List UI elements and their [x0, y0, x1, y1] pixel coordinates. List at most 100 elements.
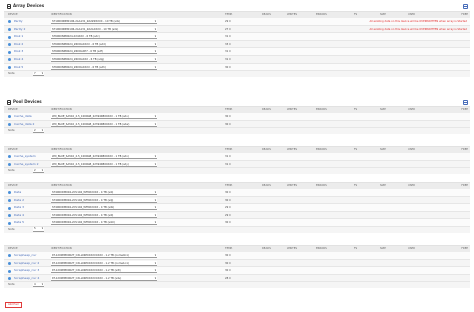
device-link[interactable]: Data 2 — [14, 197, 24, 204]
chevron-down-icon: ▾ — [154, 35, 156, 39]
device-select[interactable]: ST6000NM0024_Z4D0AXXXX - 6 TB (sdd) ▾ — [51, 41, 157, 47]
device-select[interactable]: KT-1200MP0002T_CXLL0KP0XXXXXXXX - 1.2 TB… — [51, 268, 157, 274]
status-dot-icon — [8, 198, 11, 202]
device-select[interactable]: ST10000NM0196-2AA131_ZA2AXXXX - 10 TB (s… — [51, 26, 157, 32]
device-select[interactable]: ST4000DM004-2CV104_WFNXXXXX - 4 TB (sdj)… — [51, 197, 157, 203]
device-select[interactable]: KT-1200MP0002T_CXLL0KP0XXXXXXXX - 1.2 TB… — [51, 275, 157, 281]
device-link[interactable]: Disk 5 — [14, 64, 23, 71]
device-link[interactable]: Parity 2 — [14, 26, 25, 33]
pool-table: DEVICE IDENTIFICATION TEMP. READS WRITES ERRO… — [4, 182, 470, 233]
table-row: Data 4 ST4000DM004-2CV104_WFNXXXXX - 4 TB… — [4, 212, 470, 220]
chevron-down-icon: ▾ — [154, 115, 156, 118]
status-dot-icon — [8, 269, 11, 273]
slots-row: Slots: 7 ▾ — [4, 71, 470, 77]
chevron-down-icon: ▾ — [41, 168, 43, 172]
temperature: 33 C — [225, 42, 231, 46]
device-select[interactable]: WD_BLUE_SA510_2.5_1000GB_22394R800XXX - … — [51, 161, 157, 167]
device-link[interactable]: Parity — [14, 18, 23, 25]
device-link[interactable]: Disk 2 — [14, 41, 23, 48]
device-link[interactable]: Data 4 — [14, 212, 24, 219]
chevron-down-icon: ▾ — [154, 221, 156, 225]
temperature: 30 C — [225, 122, 231, 126]
device-link[interactable]: Scrapheap_nvr 4 — [14, 275, 39, 282]
table-row: Disk 2 ST6000NM0024_Z4D0AXXXX - 6 TB (sdd… — [4, 41, 470, 49]
device-link[interactable]: Scrapheap_nvr — [14, 252, 36, 259]
device-link[interactable]: Data 3 — [14, 204, 24, 211]
status-dot-icon — [8, 254, 11, 258]
table-row: Disk 5 ST6000NM0024_Z4D0AXXXX - 6 TB (sdh… — [4, 63, 470, 72]
slots-label: Slots: — [8, 283, 16, 287]
chevron-down-icon: ▾ — [154, 57, 156, 61]
status-dot-icon — [8, 43, 11, 47]
device-link[interactable]: Scrapheap_nvr 3 — [14, 267, 39, 274]
slots-select[interactable]: 5 ▾ — [33, 227, 44, 232]
temperature: 29 C — [225, 206, 231, 210]
device-select[interactable]: ST6000NM0024_Z4D0AXXXX - 6 TB (sdh) ▾ — [51, 64, 157, 70]
device-select[interactable]: ST10000NM0196-2AA131_ZA2ZZXXXX - 10 TB (… — [51, 19, 157, 24]
chevron-down-icon: ▾ — [154, 27, 156, 31]
device-select[interactable]: KT-1200MP0002T_CXLL0KP0XXXXXXXX - 1.2 TB… — [51, 260, 157, 266]
chevron-down-icon: ▾ — [41, 282, 43, 286]
device-link[interactable]: Cache_data 2 — [14, 121, 34, 128]
slots-select[interactable]: 7 ▾ — [33, 71, 44, 77]
device-select-value: ST6000NM0024_Z4D0AXXXX - 6 TB (sdh) — [52, 65, 106, 69]
device-select[interactable]: KT-1200MP0002T_CXLL0KP0XXXXXXXX - 1.2 TB… — [51, 253, 157, 258]
device-link[interactable]: Cache_data — [14, 113, 32, 120]
slots-select[interactable]: 2 ▾ — [33, 128, 44, 134]
chevron-down-icon: ▾ — [154, 198, 156, 202]
temperature: 27 C — [225, 27, 231, 31]
device-select-value: ST10000NM0196-2AA131_ZA2ZZXXXX - 10 TB (… — [52, 20, 121, 23]
device-select[interactable]: WD_BLUE_SA510_2.5_1000GB_22394R800XXX - … — [51, 114, 157, 119]
device-link[interactable]: Disk 3 — [14, 48, 23, 55]
status-dot-icon — [8, 122, 11, 126]
chevron-down-icon: ▾ — [154, 50, 156, 54]
chevron-down-icon: ▾ — [154, 276, 156, 280]
device-select[interactable]: ST6000NM0024_Z4D0AXXX - 6 TB (sdg) ▾ — [51, 56, 157, 62]
device-select[interactable]: ST6000NM0024_Z4D0AXP7 - 6 TB (sdf) ▾ — [51, 49, 157, 55]
device-select[interactable]: ST4000DM004-2CV104_WFNXXXXX - 4 TB (sdi)… — [51, 190, 157, 195]
device-link[interactable]: Cache_system — [14, 153, 36, 160]
add-pool-button[interactable]: Add Pool — [5, 302, 22, 308]
chevron-down-icon: ▾ — [154, 191, 156, 194]
toggle-view-icon[interactable] — [463, 100, 468, 105]
device-select[interactable]: ST6000NM0024-2X4XXX - 6 TB (sdc) ▾ — [51, 34, 157, 40]
device-select-value: ST6000NM0024_Z4D0AXXX - 6 TB (sdg) — [52, 57, 105, 61]
device-link[interactable]: Disk 4 — [14, 56, 23, 63]
status-dot-icon — [8, 162, 11, 166]
device-select-value: ST4000DM004-2CV104_WFNXXXXX - 4 TB (sdm) — [52, 221, 116, 225]
device-link[interactable]: Scrapheap_nvr 2 — [14, 260, 39, 267]
device-select[interactable]: WD_BLUE_SA510_2.5_1000GB_22394R800XXX - … — [51, 154, 157, 159]
table-row: Disk 3 ST6000NM0024_Z4D0AXP7 - 6 TB (sdf)… — [4, 48, 470, 56]
hard-drive-icon — [7, 4, 11, 9]
device-link[interactable]: Data — [14, 189, 21, 196]
status-dot-icon — [8, 58, 11, 62]
slots-select[interactable]: 2 ▾ — [33, 168, 44, 174]
device-link[interactable]: Data 5 — [14, 219, 24, 226]
device-select[interactable]: ST4000DM004-2CV104_WFNXXXXX - 4 TB (sdm)… — [51, 220, 157, 226]
status-dot-icon — [8, 65, 11, 69]
device-link[interactable]: Disk 1 — [14, 33, 23, 40]
pool-table: DEVICE IDENTIFICATION TEMP. READS WRITES ERRO… — [4, 146, 470, 175]
status-dot-icon — [8, 277, 11, 281]
slots-row: Slots: 5 ▾ — [4, 227, 470, 233]
temperature: 31 C — [225, 35, 231, 39]
slots-row: Slots: 2 ▾ — [4, 128, 470, 134]
table-row: Scrapheap_nvr 3 KT-1200MP0002T_CXLL0KP0XX… — [4, 267, 470, 275]
status-dot-icon — [8, 115, 11, 119]
toggle-view-icon[interactable] — [463, 4, 468, 9]
temperature: 28 C — [225, 276, 231, 280]
slots-select[interactable]: 4 ▾ — [33, 282, 44, 288]
slots-label: Slots: — [8, 129, 16, 133]
slots-value: 2 — [34, 168, 36, 172]
table-row: Data 5 ST4000DM004-2CV104_WFNXXXXX - 4 TB… — [4, 219, 470, 227]
section-title: Array Devices — [13, 3, 45, 8]
device-select[interactable]: ST4000DM004-2CV104_WFNXXXXX - 4 TB (sdl)… — [51, 212, 157, 218]
status-dot-icon — [8, 155, 11, 159]
temperature: 31 C — [225, 155, 231, 158]
slots-value: 2 — [34, 128, 36, 132]
table-row: Disk 4 ST6000NM0024_Z4D0AXXX - 6 TB (sdg)… — [4, 56, 470, 64]
device-select[interactable]: ST4000DM004-2CV104_WFNXXXXX - 4 TB (sdk)… — [51, 205, 157, 211]
device-link[interactable]: Cache_system 2 — [14, 161, 39, 168]
device-select[interactable]: WD_BLUE_SA510_2.5_1000GB_22394R800XXX - … — [51, 121, 157, 127]
chevron-down-icon: ▾ — [154, 65, 156, 69]
